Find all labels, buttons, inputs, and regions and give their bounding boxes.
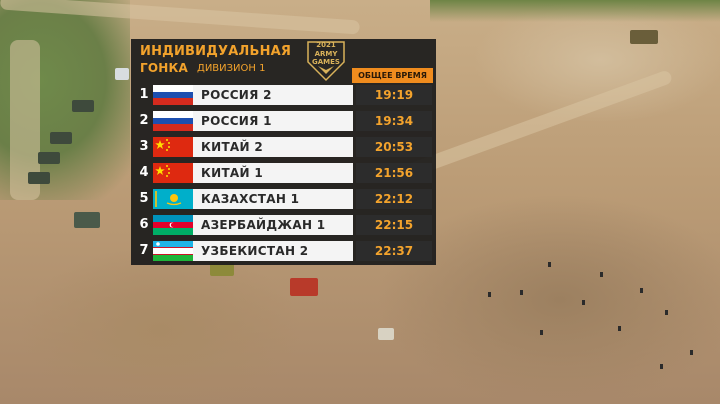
team-strip: КАЗАХСТАН 1 — [153, 189, 353, 209]
logo-text-army: ARMY — [314, 50, 338, 58]
result-row: 1 РОССИЯ 2 19:19 — [134, 84, 434, 106]
soldier — [660, 364, 663, 369]
logo-text-games: GAMES — [312, 58, 340, 66]
army-games-logo: 2021 ARMY GAMES — [302, 40, 350, 82]
team-name: РОССИЯ 1 — [201, 114, 272, 128]
row-position: 5 — [139, 191, 149, 206]
soldier — [582, 300, 585, 305]
soldier — [540, 330, 543, 335]
china-flag-icon — [153, 137, 193, 157]
team-strip: АЗЕРБАЙДЖАН 1 — [153, 215, 353, 235]
total-time: 19:19 — [356, 85, 432, 105]
row-position: 2 — [139, 113, 149, 128]
soldier — [488, 292, 491, 297]
division-label: ДИВИЗИОН 1 — [197, 63, 266, 74]
soldier — [548, 262, 551, 267]
kazakhstan-flag-icon — [153, 189, 193, 209]
soldier — [600, 272, 603, 277]
azerbaijan-flag-icon — [153, 215, 193, 235]
soldier — [640, 288, 643, 293]
total-time: 19:34 — [356, 111, 432, 131]
total-time: 22:12 — [356, 189, 432, 209]
row-position: 4 — [139, 165, 149, 180]
team-name: УЗБЕКИСТАН 2 — [201, 244, 309, 258]
logo-year: 2021 — [316, 41, 336, 49]
russia-flag-icon — [153, 85, 193, 105]
result-row: 6 АЗЕРБАЙДЖАН 1 22:15 — [134, 214, 434, 236]
result-row: 5 КАЗАХСТАН 1 22:12 — [134, 188, 434, 210]
result-row: 4 КИТАЙ 1 21:56 — [134, 162, 434, 184]
total-time: 22:15 — [356, 215, 432, 235]
results-list: 1 РОССИЯ 2 19:19 2 РОССИЯ 1 19:34 3 КИТА… — [131, 83, 436, 265]
team-strip: КИТАЙ 1 — [153, 163, 353, 183]
row-position: 6 — [139, 217, 149, 232]
result-row: 3 КИТАЙ 2 20:53 — [134, 136, 434, 158]
race-title: ИНДИВИДУАЛЬНАЯ — [140, 44, 292, 59]
china-flag-icon — [153, 163, 193, 183]
tank — [74, 212, 100, 228]
row-position: 7 — [139, 243, 149, 258]
result-row: 7 УЗБЕКИСТАН 2 22:37 — [134, 240, 434, 262]
team-strip: РОССИЯ 2 — [153, 85, 353, 105]
soldier — [520, 290, 523, 295]
team-name: КАЗАХСТАН 1 — [201, 192, 300, 206]
russia-flag-icon — [153, 111, 193, 131]
tank — [290, 278, 318, 296]
tower — [630, 30, 658, 44]
team-name: КИТАЙ 1 — [201, 166, 263, 180]
race-title-line2: ГОНКА — [140, 61, 188, 75]
vehicle — [72, 100, 94, 112]
soldier — [618, 326, 621, 331]
team-name: КИТАЙ 2 — [201, 140, 263, 154]
row-position: 3 — [139, 139, 149, 154]
board-header: ИНДИВИДУАЛЬНАЯ ГОНКА ДИВИЗИОН 1 2021 ARM… — [131, 39, 436, 83]
truck — [115, 68, 129, 80]
race-results-board: ИНДИВИДУАЛЬНАЯ ГОНКА ДИВИЗИОН 1 2021 ARM… — [131, 39, 436, 265]
vehicle — [50, 132, 72, 144]
result-row: 2 РОССИЯ 1 19:34 — [134, 110, 434, 132]
team-name: АЗЕРБАЙДЖАН 1 — [201, 218, 326, 232]
soldier — [690, 350, 693, 355]
vehicle — [38, 152, 60, 164]
grass-edge — [430, 0, 720, 22]
team-strip: КИТАЙ 2 — [153, 137, 353, 157]
team-strip: УЗБЕКИСТАН 2 — [153, 241, 353, 261]
vehicle — [28, 172, 50, 184]
total-time: 22:37 — [356, 241, 432, 261]
soldier — [665, 310, 668, 315]
total-time: 21:56 — [356, 163, 432, 183]
uzbekistan-flag-icon — [153, 241, 193, 261]
team-name: РОССИЯ 2 — [201, 88, 272, 102]
structure — [378, 328, 394, 340]
team-strip: РОССИЯ 1 — [153, 111, 353, 131]
total-time-header: ОБЩЕЕ ВРЕМЯ — [352, 68, 433, 83]
row-position: 1 — [139, 87, 149, 102]
total-time: 20:53 — [356, 137, 432, 157]
